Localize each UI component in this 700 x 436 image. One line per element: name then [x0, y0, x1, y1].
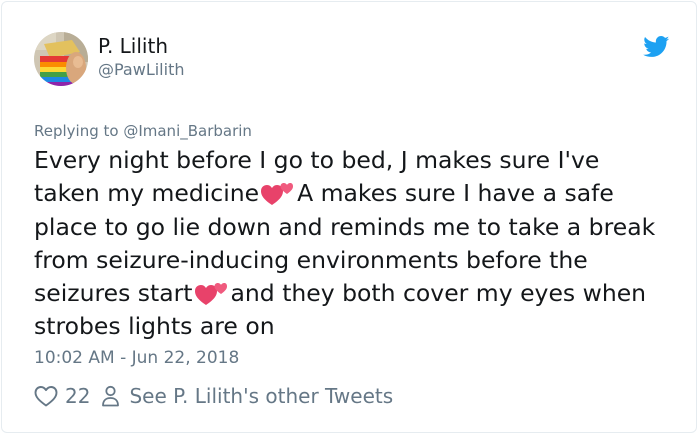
- tweet-text-segment: Every night before I go to bed, J makes …: [34, 146, 600, 174]
- tweet-text-segment: A makes sure I have a safe: [297, 179, 614, 208]
- tweet-text-segment: strobes lights are on: [34, 312, 275, 341]
- tweet-text-segment: and they both cover my eyes when: [230, 279, 647, 308]
- like-button[interactable]: 22: [34, 384, 90, 408]
- tweet-line: taken my medicine A makes sure I have a s…: [34, 177, 684, 210]
- replying-to[interactable]: Replying to @Imani_Barbarin: [34, 121, 252, 141]
- tweet-line: from seizure-inducing environments befor…: [34, 244, 684, 277]
- tweet-actions: 22 See P. Lilith's other Tweets: [34, 382, 393, 410]
- tweet-timestamp[interactable]: 10:02 AM - Jun 22, 2018: [34, 347, 239, 369]
- tweet-line: strobes lights are on: [34, 310, 684, 343]
- author-handle[interactable]: @PawLilith: [98, 60, 184, 80]
- tweet-text-segment: taken my medicine: [34, 179, 260, 208]
- tweet-line: seizures start and they both cover my eye…: [34, 277, 684, 310]
- two-hearts-emoji: [261, 183, 294, 206]
- person-outline-icon: [102, 385, 120, 407]
- tweet-text-segment: seizures start: [34, 279, 193, 308]
- tweet-text-segment: place to go lie down and reminds me to t…: [34, 212, 656, 241]
- like-count: 22: [65, 384, 91, 408]
- tweet-text: Every night before I go to bed, J makes …: [34, 144, 684, 344]
- tweet-line: place to go lie down and reminds me to t…: [34, 211, 684, 244]
- tweet-line: Every night before I go to bed, J makes …: [34, 144, 684, 177]
- tweet-text-segment: from seizure-inducing environments befor…: [34, 245, 588, 274]
- avatar[interactable]: [34, 32, 88, 86]
- two-hearts-emoji: [194, 283, 227, 306]
- author-display-name[interactable]: P. Lilith: [98, 34, 168, 58]
- heart-outline-icon: [34, 386, 58, 407]
- see-other-tweets-link[interactable]: See P. Lilith's other Tweets: [129, 384, 393, 408]
- twitter-bird-icon[interactable]: [643, 36, 670, 58]
- tweet-card: P. Lilith @PawLilith Replying to @Imani_…: [1, 1, 697, 433]
- rainbow-cake-photo: [34, 32, 88, 86]
